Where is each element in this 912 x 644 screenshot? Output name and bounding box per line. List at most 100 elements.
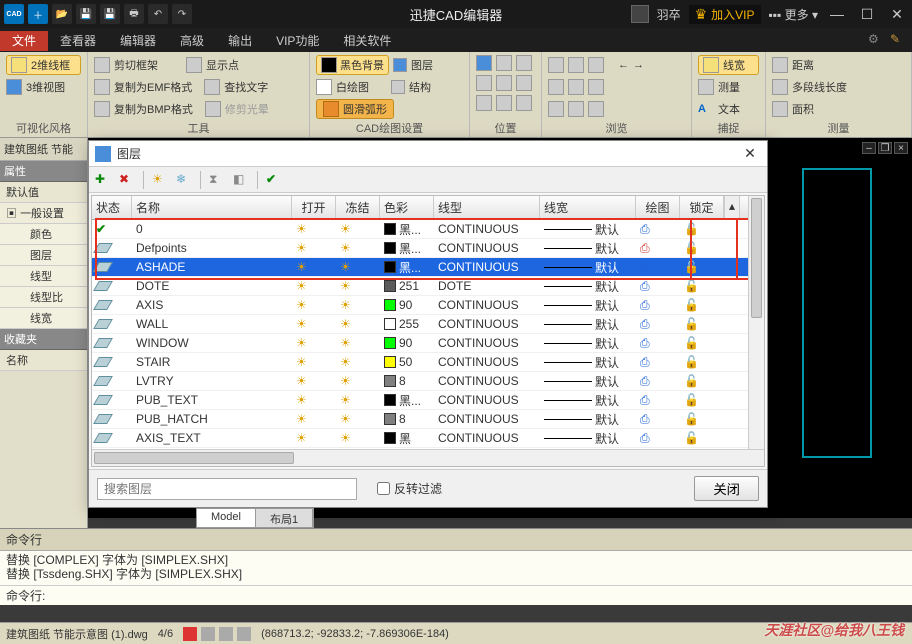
user-avatar-icon[interactable] xyxy=(631,5,649,23)
btn-find-text[interactable]: 查找文字 xyxy=(224,79,268,95)
lock-icon[interactable]: 🔓 xyxy=(684,317,699,331)
nav-icon-6[interactable] xyxy=(588,79,604,95)
save-all-icon[interactable]: 💾 xyxy=(100,4,120,24)
freeze-icon[interactable]: ☀ xyxy=(340,355,351,369)
lock-icon[interactable]: 🔓 xyxy=(684,241,699,255)
btn-layers[interactable]: 图层 xyxy=(411,57,433,73)
color-swatch[interactable] xyxy=(384,261,396,273)
visibility-icon[interactable]: ☀ xyxy=(296,317,307,331)
new-icon[interactable]: ＋ xyxy=(28,4,48,24)
freeze-icon[interactable]: ☀ xyxy=(340,317,351,331)
nav-icon-8[interactable] xyxy=(568,101,584,117)
user-name[interactable]: 羽卒 xyxy=(657,6,681,23)
settings-icon[interactable]: ⚙ xyxy=(868,32,884,48)
btn-area[interactable]: 面积 xyxy=(772,99,905,119)
linetype-cell[interactable]: CONTINUOUS xyxy=(434,336,540,350)
dialog-close-icon[interactable]: ✕ xyxy=(739,144,761,164)
visibility-icon[interactable]: ☀ xyxy=(296,374,307,388)
color-swatch[interactable] xyxy=(384,432,396,444)
freeze-icon[interactable]: ☀ xyxy=(340,393,351,407)
color-swatch[interactable] xyxy=(384,299,396,311)
layer-row[interactable]: WALL☀☀255CONTINUOUS默认⎙🔓 xyxy=(92,315,764,334)
btn-arc[interactable]: 圆滑弧形 xyxy=(316,99,394,119)
btn-white-draw[interactable]: 白绘图 xyxy=(336,79,369,95)
layer-row[interactable]: WINDOW☀☀90CONTINUOUS默认⎙🔓 xyxy=(92,334,764,353)
layer-row[interactable]: LVTRY☀☀8CONTINUOUS默认⎙🔓 xyxy=(92,372,764,391)
layer-row[interactable]: Defpoints☀☀黑...CONTINUOUS默认⎙🔓 xyxy=(92,239,764,258)
layer-row[interactable]: PUB_HATCH☀☀8CONTINUOUS默认⎙🔓 xyxy=(92,410,764,429)
freeze-icon[interactable]: ☀ xyxy=(340,336,351,350)
plot-icon[interactable]: ⎙ xyxy=(640,336,650,351)
command-prompt[interactable]: 命令行: xyxy=(0,585,912,605)
delete-layer-icon[interactable]: ✖ xyxy=(119,172,135,188)
lineweight-cell[interactable]: 默认 xyxy=(540,373,636,390)
visibility-icon[interactable]: ☀ xyxy=(296,355,307,369)
layer-row[interactable]: STAIR☀☀50CONTINUOUS默认⎙🔓 xyxy=(92,353,764,372)
prop-row[interactable]: 线宽 xyxy=(0,308,87,329)
visibility-icon[interactable]: ☀ xyxy=(296,279,307,293)
more-menu[interactable]: ▪▪▪ 更多 ▾ xyxy=(769,6,818,23)
linetype-cell[interactable]: CONTINUOUS xyxy=(434,412,540,426)
btn-distance[interactable]: 距离 xyxy=(772,55,905,75)
color-swatch[interactable] xyxy=(384,223,396,235)
maximize-icon[interactable]: ☐ xyxy=(856,3,878,25)
pos-icon-9[interactable] xyxy=(516,95,532,111)
freeze-toggle-icon[interactable]: ❄ xyxy=(176,172,192,188)
linetype-cell[interactable]: CONTINUOUS xyxy=(434,355,540,369)
nav-right-icon[interactable]: → xyxy=(633,59,644,71)
drawing-tab[interactable]: 建筑图纸 节能 xyxy=(0,138,87,161)
new-layer-icon[interactable]: ✚ xyxy=(95,172,111,188)
visibility-icon[interactable]: ☀ xyxy=(296,260,307,274)
close-icon[interactable]: ✕ xyxy=(886,3,908,25)
plot-icon[interactable]: ⎙ xyxy=(640,374,650,389)
lock-icon[interactable]: 🔓 xyxy=(684,355,699,369)
visibility-icon[interactable]: ☀ xyxy=(296,431,307,445)
pos-icon-7[interactable] xyxy=(476,95,492,111)
search-layers-input[interactable] xyxy=(97,478,357,500)
menu-文件[interactable]: 文件 xyxy=(0,31,48,51)
col-lock[interactable]: 锁定 xyxy=(680,196,724,219)
col-state[interactable]: 状态 xyxy=(92,196,132,219)
btn-show-point[interactable]: 显示点 xyxy=(206,57,239,73)
save-icon[interactable]: 💾 xyxy=(76,4,96,24)
layer-row[interactable]: ✔0☀☀黑...CONTINUOUS默认⎙🔓 xyxy=(92,220,764,239)
nav-icon-9[interactable] xyxy=(588,101,604,117)
color-swatch[interactable] xyxy=(384,337,396,349)
col-lineweight[interactable]: 线宽 xyxy=(540,196,636,219)
color-swatch[interactable] xyxy=(384,318,396,330)
sub-restore-icon[interactable]: ❐ xyxy=(878,142,892,154)
pos-icon-6[interactable] xyxy=(516,75,532,91)
filter-icon[interactable]: ⧗ xyxy=(209,172,225,188)
plot-icon[interactable]: ⎙ xyxy=(640,317,650,332)
print-icon[interactable]: 🖶 xyxy=(124,4,144,24)
lock-icon[interactable]: 🔓 xyxy=(684,260,699,274)
col-name[interactable]: 名称 xyxy=(132,196,292,219)
col-open[interactable]: 打开 xyxy=(292,196,336,219)
visibility-icon[interactable]: ☀ xyxy=(296,412,307,426)
color-swatch[interactable] xyxy=(384,280,396,292)
light-on-icon[interactable]: ☀ xyxy=(152,172,168,188)
linetype-cell[interactable]: CONTINUOUS xyxy=(434,431,540,445)
btn-measure[interactable]: 测量 xyxy=(698,77,759,97)
prop-row[interactable]: 线型比 xyxy=(0,287,87,308)
nav-icon-2[interactable] xyxy=(568,57,584,73)
color-swatch[interactable] xyxy=(384,394,396,406)
snap-icon[interactable] xyxy=(183,627,197,641)
grid-icon[interactable] xyxy=(201,627,215,641)
minimize-icon[interactable]: — xyxy=(826,3,848,25)
open-icon[interactable]: 📂 xyxy=(52,4,72,24)
tab-model[interactable]: Model xyxy=(197,509,256,527)
menu-高级[interactable]: 高级 xyxy=(168,31,216,51)
dialog-title-bar[interactable]: 图层 ✕ xyxy=(89,141,767,167)
btn-copy-bmp[interactable]: 复制为BMP格式 xyxy=(114,101,193,117)
sub-min-icon[interactable]: – xyxy=(862,142,876,154)
plot-icon[interactable]: ⎙ xyxy=(640,260,650,275)
pos-icon-8[interactable] xyxy=(496,95,512,111)
color-swatch[interactable] xyxy=(384,375,396,387)
btn-copy-emf[interactable]: 复制为EMF格式 xyxy=(114,79,192,95)
col-freeze[interactable]: 冻结 xyxy=(336,196,380,219)
plot-icon[interactable]: ⎙ xyxy=(640,222,650,237)
freeze-icon[interactable]: ☀ xyxy=(340,222,351,236)
col-plot[interactable]: 绘图 xyxy=(636,196,680,219)
freeze-icon[interactable]: ☀ xyxy=(340,374,351,388)
